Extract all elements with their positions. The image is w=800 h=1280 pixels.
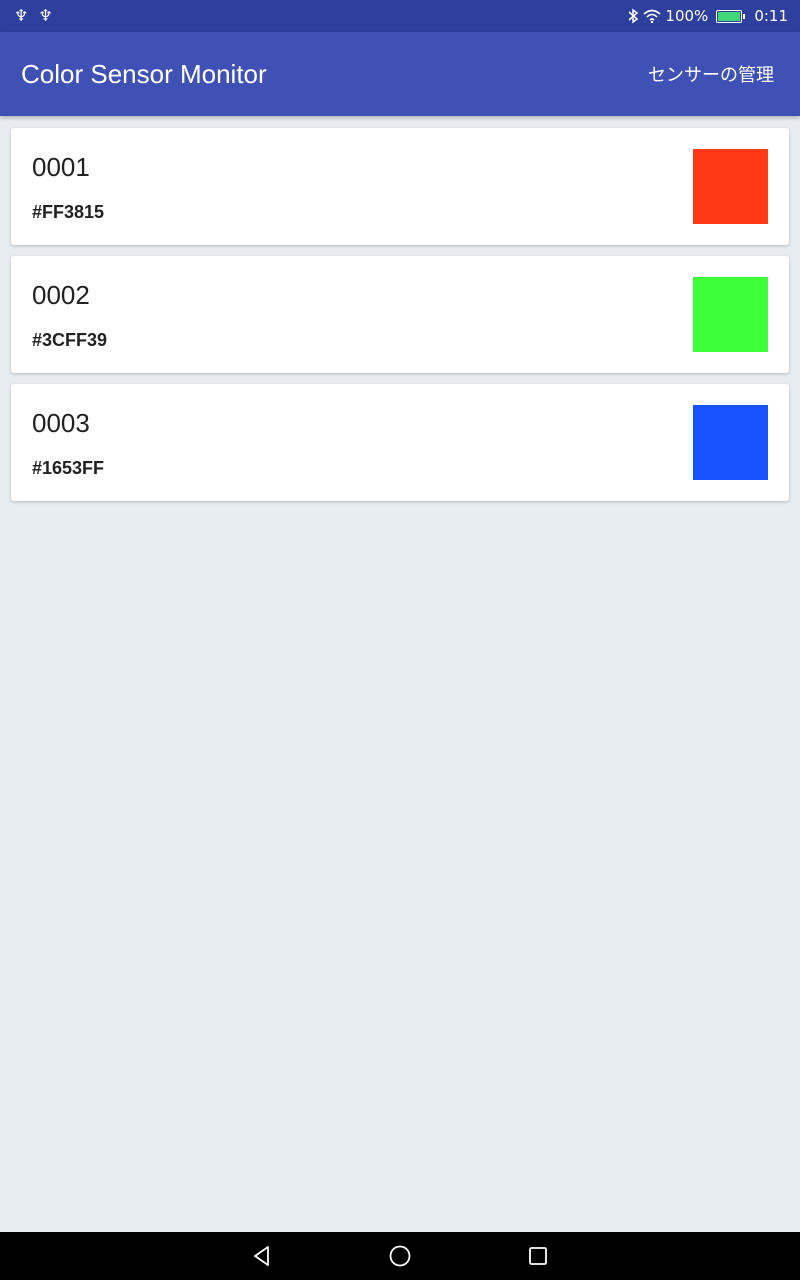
color-swatch <box>693 405 768 480</box>
sensor-hex-value: #1653FF <box>32 458 105 478</box>
usb-icon: ♆ <box>14 6 29 25</box>
usb-icon: ♆ <box>38 6 53 25</box>
home-icon[interactable] <box>380 1236 420 1276</box>
app-bar: Color Sensor Monitor センサーの管理 <box>0 32 800 116</box>
sensor-card[interactable]: 0002 #3CFF39 <box>11 256 789 373</box>
back-icon[interactable] <box>242 1236 282 1276</box>
sensor-hex-value: #FF3815 <box>32 202 105 222</box>
status-left-icons: ♆ ♆ <box>14 8 53 24</box>
bluetooth-icon <box>627 8 639 24</box>
status-bar: ♆ ♆ 100% 0:11 <box>0 0 800 32</box>
sensor-card[interactable]: 0001 #FF3815 <box>11 128 789 245</box>
color-swatch <box>693 277 768 352</box>
sensor-id: 0003 <box>32 408 90 438</box>
sensor-card[interactable]: 0003 #1653FF <box>11 384 789 501</box>
manage-sensors-button[interactable]: センサーの管理 <box>648 61 774 87</box>
sensor-id: 0001 <box>32 152 90 182</box>
clock: 0:11 <box>754 7 788 25</box>
status-right: 100% 0:11 <box>627 7 788 25</box>
app-title: Color Sensor Monitor <box>21 58 267 89</box>
sensor-hex-value: #3CFF39 <box>32 330 108 350</box>
battery-text: 100% <box>665 7 709 25</box>
recents-icon[interactable] <box>518 1236 558 1276</box>
navigation-bar <box>0 1232 800 1280</box>
sensor-list: 0001 #FF3815 0002 #3CFF39 0003 #1653FF <box>11 128 789 501</box>
sensor-id: 0002 <box>32 280 90 310</box>
color-swatch <box>693 149 768 224</box>
wifi-icon <box>643 9 661 23</box>
battery-charging-icon <box>716 9 746 23</box>
